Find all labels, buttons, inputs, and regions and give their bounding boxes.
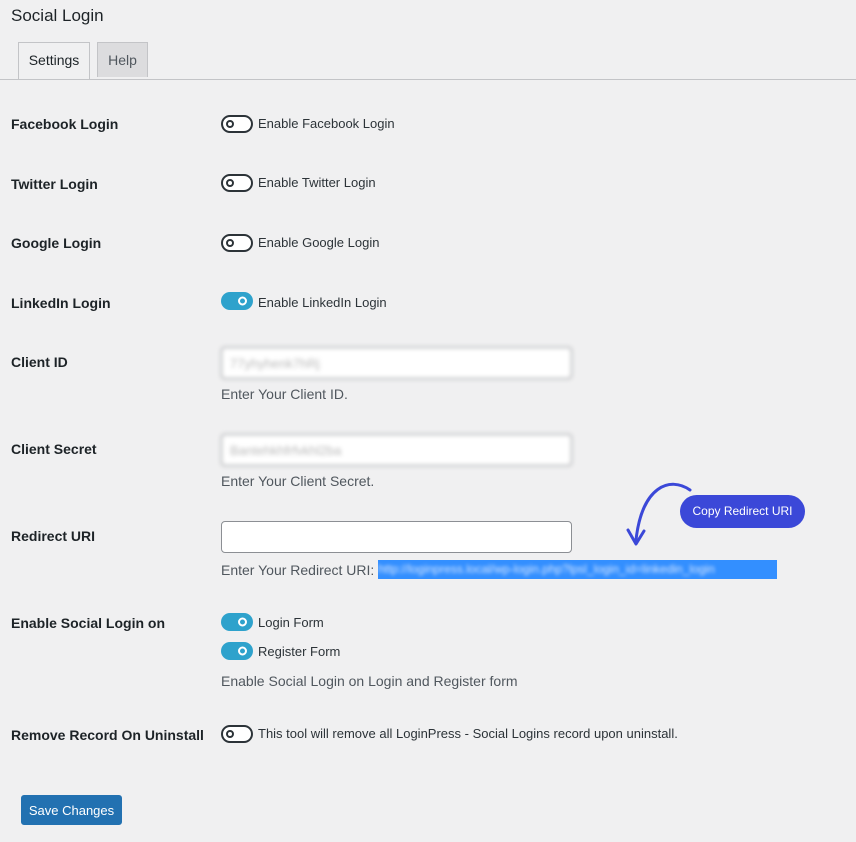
client-secret-label: Client Secret: [11, 441, 97, 457]
client-secret-description: Enter Your Client Secret.: [221, 473, 375, 489]
google-login-toggle[interactable]: [221, 234, 253, 252]
tab-settings[interactable]: Settings: [18, 42, 90, 79]
toggle-knob: [238, 296, 247, 306]
register-form-toggle-label[interactable]: Register Form: [258, 644, 340, 659]
toggle-knob: [226, 120, 234, 128]
linkedin-login-label: LinkedIn Login: [11, 295, 111, 311]
tab-bar: Settings Help: [0, 42, 856, 80]
redirect-uri-description: Enter Your Redirect URI: http://loginpre…: [221, 560, 778, 579]
google-login-label: Google Login: [11, 235, 102, 251]
remove-record-toggle-label[interactable]: This tool will remove all LoginPress - S…: [258, 726, 678, 741]
enable-social-login-label: Enable Social Login on: [11, 615, 166, 631]
client-id-label: Client ID: [11, 354, 68, 370]
linkedin-login-toggle[interactable]: [221, 292, 253, 310]
client-id-input[interactable]: [221, 347, 572, 379]
remove-record-label: Remove Record On Uninstall: [11, 727, 204, 743]
enable-social-login-description: Enable Social Login on Login and Registe…: [221, 673, 518, 689]
client-secret-input[interactable]: [221, 434, 572, 466]
redirect-uri-value-highlight[interactable]: http://loginpress.local/wp-login.php?lps…: [378, 560, 778, 579]
toggle-knob: [226, 239, 234, 247]
twitter-login-toggle[interactable]: [221, 174, 253, 192]
remove-record-toggle[interactable]: [221, 725, 253, 743]
tab-help[interactable]: Help: [97, 42, 148, 77]
google-login-toggle-label[interactable]: Enable Google Login: [258, 235, 379, 250]
toggle-knob: [238, 617, 247, 627]
save-changes-button[interactable]: Save Changes: [21, 795, 122, 825]
client-id-description: Enter Your Client ID.: [221, 386, 348, 402]
redirect-uri-input[interactable]: [221, 521, 572, 553]
copy-redirect-uri-callout: Copy Redirect URI: [680, 495, 805, 528]
facebook-login-label: Facebook Login: [11, 116, 119, 132]
page-title: Social Login: [11, 6, 104, 25]
redirect-uri-value: http://loginpress.local/wp-login.php?lps…: [378, 562, 715, 576]
toggle-knob: [226, 730, 234, 738]
linkedin-login-toggle-label[interactable]: Enable LinkedIn Login: [258, 295, 387, 310]
redirect-uri-label: Redirect URI: [11, 528, 96, 544]
twitter-login-toggle-label[interactable]: Enable Twitter Login: [258, 175, 376, 190]
toggle-knob: [226, 179, 234, 187]
login-form-toggle[interactable]: [221, 613, 253, 631]
twitter-login-label: Twitter Login: [11, 176, 98, 192]
facebook-login-toggle[interactable]: [221, 115, 253, 133]
register-form-toggle[interactable]: [221, 642, 253, 660]
redirect-uri-prefix: Enter Your Redirect URI:: [221, 562, 379, 578]
toggle-knob: [238, 646, 247, 656]
facebook-login-toggle-label[interactable]: Enable Facebook Login: [258, 116, 395, 131]
login-form-toggle-label[interactable]: Login Form: [258, 615, 324, 630]
